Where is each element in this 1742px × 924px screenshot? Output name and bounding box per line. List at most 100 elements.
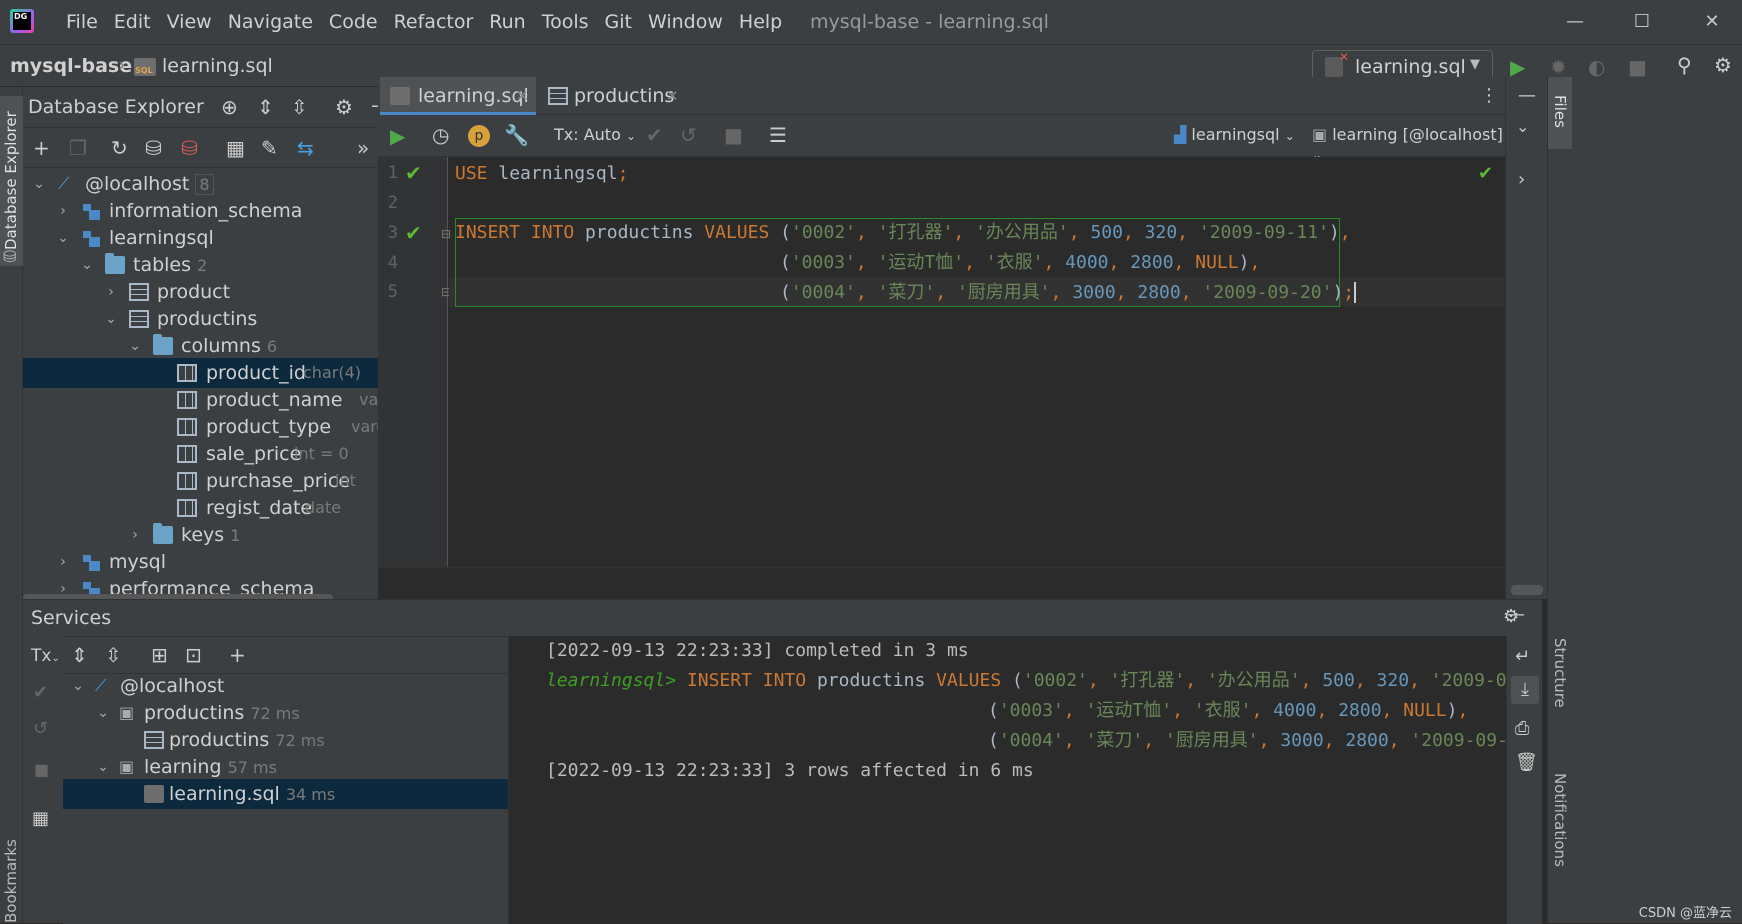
tree-node-sale-price[interactable]: sale_price int = 0: [23, 439, 418, 469]
tree-node-tables[interactable]: ⌄ tables 2: [23, 250, 418, 280]
tab-productins[interactable]: productins ✕: [538, 77, 688, 115]
menu-file[interactable]: File: [58, 0, 106, 44]
settings-gear-icon[interactable]: ⚙: [1714, 55, 1732, 75]
tree-node-keys[interactable]: › keys 1: [23, 520, 418, 550]
tx-mode-button[interactable]: Tx⌄: [31, 646, 60, 666]
menu-tools[interactable]: Tools: [534, 0, 597, 44]
tree-node-mysql[interactable]: › mysql: [23, 547, 418, 577]
bookmarks-side-tab[interactable]: Bookmarks: [0, 827, 23, 923]
debug-icon[interactable]: ✹: [1550, 57, 1567, 77]
table-view-icon[interactable]: ▦: [226, 138, 245, 158]
database-explorer-header: Database Explorer ⊕ ⇕ ⇳ ⚙ —: [23, 87, 418, 128]
chevron-down-icon[interactable]: ⌄: [1516, 117, 1529, 136]
maximize-icon[interactable]: ☐: [1612, 0, 1672, 44]
output-view-icon[interactable]: ☰: [769, 125, 787, 145]
wrench-icon[interactable]: 🔧: [504, 125, 529, 145]
menu-git[interactable]: Git: [597, 0, 640, 44]
database-explorer-side-tab[interactable]: Database Explorer: [0, 96, 23, 266]
schema-selector[interactable]: ▟ learningsql ⌄: [1174, 125, 1295, 144]
output-console[interactable]: [2022-09-13 22:23:33] completed in 3 ms …: [508, 636, 1542, 924]
tree-node-localhost[interactable]: ⌄ ⟋ @localhost 8: [23, 169, 418, 199]
tree-node-product-name[interactable]: product_name varcha: [23, 385, 418, 415]
menu-run[interactable]: Run: [481, 0, 533, 44]
sql-editor[interactable]: 1 2 3 4 5 ✔ ✔ ⊟ ⊟ ✔ USE learningsql; INS…: [378, 157, 1504, 567]
menu-window[interactable]: Window: [640, 0, 731, 44]
service-node-productins[interactable]: ⌄ ▣ productins 72 ms: [63, 698, 508, 728]
breadcrumb-project[interactable]: mysql-base: [10, 55, 132, 77]
close-tab-icon[interactable]: ✕: [516, 77, 529, 115]
explain-plan-icon[interactable]: p: [468, 125, 490, 147]
files-side-tab[interactable]: Files: [1548, 77, 1572, 149]
more-icon[interactable]: »: [357, 138, 369, 158]
jump-to-console-icon[interactable]: ⇆: [297, 138, 314, 158]
tree-node-productins[interactable]: ⌄ productins: [23, 304, 418, 334]
console-line: [2022-09-13 22:23:33] 3 rows affected in…: [546, 756, 1034, 786]
schema-filter-icon[interactable]: ⛁: [145, 138, 162, 158]
stop-icon[interactable]: ■: [34, 760, 49, 779]
collapse-all-icon[interactable]: ⇳: [291, 97, 308, 117]
stop-icon[interactable]: ■: [1628, 57, 1647, 77]
commit-icon[interactable]: ✔: [646, 125, 663, 145]
print-icon[interactable]: ⎙: [1515, 718, 1529, 739]
gear-icon[interactable]: ⚙: [335, 97, 353, 117]
menu-code[interactable]: Code: [321, 0, 386, 44]
rollback-icon[interactable]: ↺: [680, 125, 697, 145]
service-node-learning-sql[interactable]: learning.sql 34 ms: [63, 779, 508, 809]
add-icon[interactable]: +: [33, 138, 50, 158]
menu-help[interactable]: Help: [731, 0, 790, 44]
group-by-icon[interactable]: ⊞: [151, 645, 168, 665]
menu-refactor[interactable]: Refactor: [386, 0, 482, 44]
rollback-icon[interactable]: ↺: [33, 718, 48, 739]
chevron-right-icon[interactable]: ›: [1518, 169, 1525, 190]
tree-node-product[interactable]: › product: [23, 277, 418, 307]
execute-icon[interactable]: ▶: [390, 126, 405, 146]
menu-edit[interactable]: Edit: [106, 0, 159, 44]
service-node-learning[interactable]: ⌄ ▣ learning 57 ms: [63, 752, 508, 782]
copy-icon[interactable]: ❐: [69, 138, 87, 158]
menu-navigate[interactable]: Navigate: [220, 0, 321, 44]
tree-node-regist-date[interactable]: regist_date date: [23, 493, 418, 523]
services-tree: ⌄ ⟋ @localhost ⌄ ▣ productins 72 ms prod…: [63, 674, 508, 924]
profile-icon[interactable]: ◐: [1588, 57, 1605, 77]
locate-icon[interactable]: ⊕: [221, 97, 238, 117]
close-window-icon[interactable]: ✕: [1682, 0, 1742, 44]
tree-node-columns[interactable]: ⌄ columns 6: [23, 331, 418, 361]
minimize-panel-icon[interactable]: —: [1518, 85, 1536, 106]
datasource-properties-icon[interactable]: ⛁: [181, 138, 198, 158]
scrollbar[interactable]: [1511, 585, 1543, 595]
structure-side-tab[interactable]: Structure: [1548, 622, 1572, 742]
collapse-all-icon[interactable]: ⇳: [105, 645, 122, 665]
search-icon[interactable]: ⚲: [1677, 55, 1692, 75]
run-icon[interactable]: ▶: [1510, 57, 1525, 77]
tree-node-purchase-price[interactable]: purchase_price int: [23, 466, 418, 496]
history-icon[interactable]: ◷: [432, 125, 449, 145]
breadcrumb-file[interactable]: learning.sql: [162, 55, 273, 77]
menu-view[interactable]: View: [159, 0, 220, 44]
layout-icon[interactable]: ▦: [32, 808, 49, 829]
hide-services-icon[interactable]: —: [1507, 604, 1525, 625]
fold-icon[interactable]: ⊟: [441, 227, 451, 241]
cancel-icon[interactable]: ■: [724, 125, 743, 145]
refresh-icon[interactable]: ↻: [111, 138, 128, 158]
edit-icon[interactable]: ✎: [261, 138, 278, 158]
service-node-productins-table[interactable]: productins 72 ms: [63, 725, 508, 755]
more-options-icon[interactable]: ⋮: [1480, 85, 1498, 106]
tab-learning-sql[interactable]: learning.sql ✕: [380, 77, 536, 115]
expand-all-icon[interactable]: ⇕: [257, 97, 274, 117]
notifications-side-tab[interactable]: Notifications: [1548, 757, 1572, 923]
add-service-icon[interactable]: +: [229, 645, 246, 665]
soft-wrap-icon[interactable]: ↵: [1515, 646, 1530, 667]
tree-node-product-type[interactable]: product_type varchar: [23, 412, 418, 442]
commit-icon[interactable]: ✔: [33, 682, 48, 703]
expand-all-icon[interactable]: ⇕: [71, 645, 88, 665]
scroll-to-end-icon[interactable]: ⤓: [1511, 676, 1539, 704]
trash-icon[interactable]: 🗑: [1515, 752, 1538, 773]
close-tab-icon[interactable]: ✕: [666, 77, 679, 115]
tree-node-information-schema[interactable]: › information_schema: [23, 196, 418, 226]
new-tab-icon[interactable]: ⊡: [185, 645, 202, 665]
transaction-mode-dropdown[interactable]: Tx: Auto ⌄: [554, 125, 636, 144]
tree-node-product-id[interactable]: product_id char(4): [23, 358, 418, 388]
service-node-localhost[interactable]: ⌄ ⟋ @localhost: [63, 671, 508, 701]
minimize-icon[interactable]: —: [1545, 0, 1605, 44]
tree-node-learningsql[interactable]: ⌄ learningsql: [23, 223, 418, 253]
